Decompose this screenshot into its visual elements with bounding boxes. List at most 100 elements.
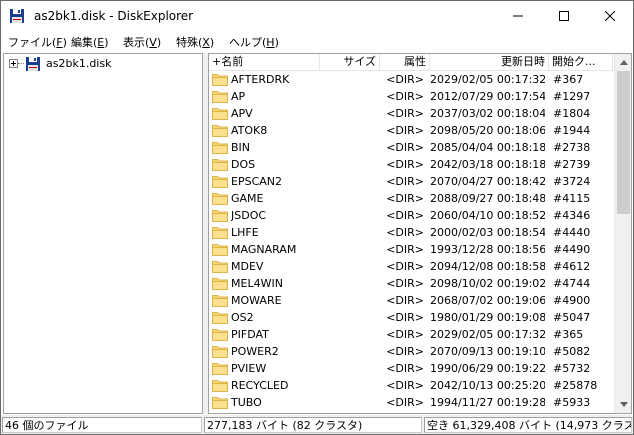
table-row[interactable]: DOS <DIR> 2042/03/18 00:18:18 #2739	[209, 156, 613, 173]
column-header-size[interactable]: サイズ	[320, 54, 380, 71]
cell-cluster: #4115	[553, 192, 591, 205]
table-row[interactable]: APV <DIR> 2037/03/02 00:18:04 #1804	[209, 105, 613, 122]
cell-date: 2029/02/05 00:17:32	[430, 73, 545, 86]
minimize-button[interactable]	[495, 1, 541, 31]
cell-size	[320, 88, 377, 105]
cell-date: 2088/09/27 00:18:48	[430, 192, 545, 205]
tree-expand-toggle[interactable]	[9, 59, 18, 68]
table-row[interactable]: PVIEW <DIR> 1990/06/29 00:19:22 #5732	[209, 360, 613, 377]
table-row[interactable]: GAME <DIR> 2088/09/27 00:18:48 #4115	[209, 190, 613, 207]
status-used-space: 277,183 バイト (82 クラスタ)	[204, 417, 422, 433]
cell-name: GAME	[231, 192, 264, 205]
cell-date: 1993/12/28 00:18:56	[430, 243, 545, 256]
table-row[interactable]: OS2 <DIR> 1980/01/29 00:19:08 #5047	[209, 309, 613, 326]
cell-size	[320, 156, 377, 173]
status-bar: 46 個のファイル 277,183 バイト (82 クラスタ) 空き 61,32…	[1, 415, 633, 434]
folder-icon	[212, 397, 228, 409]
cell-size	[320, 309, 377, 326]
folder-icon	[212, 329, 228, 341]
cell-attr: <DIR>	[386, 73, 424, 86]
file-list[interactable]: +名前 サイズ 属性 更新日時 開始ク... AFTERDRK <DIR> 2029…	[208, 53, 632, 414]
menu-special[interactable]: 特殊(X)	[176, 34, 214, 50]
scrollbar-thumb[interactable]	[617, 71, 630, 214]
cell-cluster: #4490	[553, 243, 591, 256]
cell-attr: <DIR>	[386, 158, 424, 171]
cell-cluster: #2739	[553, 158, 591, 171]
cell-size	[320, 139, 377, 156]
cell-name: APV	[231, 107, 253, 120]
column-header-name[interactable]: +名前	[209, 54, 320, 71]
column-header-date[interactable]: 更新日時	[430, 54, 549, 71]
cell-attr: <DIR>	[386, 277, 424, 290]
table-row[interactable]: ATOK8 <DIR> 2098/05/20 00:18:06 #1944	[209, 122, 613, 139]
cell-attr: <DIR>	[386, 175, 424, 188]
vertical-scrollbar[interactable]	[614, 54, 631, 413]
cell-name: DOS	[231, 158, 256, 171]
folder-icon	[212, 176, 228, 188]
table-row[interactable]: AP <DIR> 2012/07/29 00:17:54 #1297	[209, 88, 613, 105]
table-row[interactable]: EPSCAN2 <DIR> 2070/04/27 00:18:42 #3724	[209, 173, 613, 190]
cell-date: 2094/12/08 00:18:58	[430, 260, 545, 273]
minimize-icon	[513, 15, 523, 17]
cell-cluster: #365	[553, 328, 584, 341]
table-row[interactable]: POWER2 <DIR> 2070/09/13 00:19:10 #5082	[209, 343, 613, 360]
menu-edit[interactable]: 編集(E)	[71, 34, 109, 50]
folder-icon	[212, 159, 228, 171]
scroll-down-button[interactable]	[615, 396, 631, 413]
table-row[interactable]: TUBO <DIR> 1994/11/27 00:19:28 #5933	[209, 394, 613, 411]
table-row[interactable]: JSDOC <DIR> 2060/04/10 00:18:52 #4346	[209, 207, 613, 224]
tree-root-label[interactable]: as2bk1.disk	[46, 57, 111, 70]
cell-attr: <DIR>	[386, 260, 424, 273]
cell-date: 1980/01/29 00:19:08	[430, 311, 545, 324]
close-button[interactable]	[587, 1, 633, 31]
menu-help[interactable]: ヘルプ(H)	[229, 34, 279, 50]
table-row[interactable]: PIFDAT <DIR> 2029/02/05 00:17:32 #365	[209, 326, 613, 343]
cell-cluster: #1804	[553, 107, 591, 120]
cell-cluster: #5732	[553, 362, 591, 375]
scroll-up-button[interactable]	[615, 54, 631, 71]
cell-name: TUBO	[231, 396, 262, 409]
table-row[interactable]: MOWARE <DIR> 2068/07/02 00:19:06 #4900	[209, 292, 613, 309]
cell-cluster: #5082	[553, 345, 591, 358]
cell-cluster: #1944	[553, 124, 591, 137]
cell-cluster: #4900	[553, 294, 591, 307]
cell-cluster: #4346	[553, 209, 591, 222]
close-icon	[605, 11, 615, 21]
table-row[interactable]: BIN <DIR> 2085/04/04 00:18:18 #2738	[209, 139, 613, 156]
menu-file[interactable]: ファイル(F)	[8, 34, 67, 50]
cell-attr: <DIR>	[386, 362, 424, 375]
app-window: as2bk1.disk - DiskExplorer ファイル(F) 編集(E)…	[0, 0, 634, 435]
cell-attr: <DIR>	[386, 396, 424, 409]
tree-connector	[18, 63, 24, 64]
cell-attr: <DIR>	[386, 209, 424, 222]
column-header-cluster[interactable]: 開始ク...	[549, 54, 613, 71]
cell-cluster: #2738	[553, 141, 591, 154]
table-row[interactable]: MDEV <DIR> 2094/12/08 00:18:58 #4612	[209, 258, 613, 275]
title-bar[interactable]: as2bk1.disk - DiskExplorer	[1, 1, 633, 31]
cell-attr: <DIR>	[386, 107, 424, 120]
menu-view[interactable]: 表示(V)	[123, 34, 161, 50]
table-row[interactable]: LHFE <DIR> 2000/02/03 00:18:54 #4440	[209, 224, 613, 241]
maximize-button[interactable]	[541, 1, 587, 31]
column-header-row: +名前 サイズ 属性 更新日時 開始ク...	[209, 54, 613, 71]
column-header-attr[interactable]: 属性	[380, 54, 430, 71]
cell-date: 2098/05/20 00:18:06	[430, 124, 545, 137]
cell-attr: <DIR>	[386, 90, 424, 103]
cell-cluster: #4440	[553, 226, 591, 239]
cell-attr: <DIR>	[386, 328, 424, 341]
table-row[interactable]: MAGNARAM <DIR> 1993/12/28 00:18:56 #4490	[209, 241, 613, 258]
cell-date: 2000/02/03 00:18:54	[430, 226, 545, 239]
cell-attr: <DIR>	[386, 243, 424, 256]
table-row[interactable]: AFTERDRK <DIR> 2029/02/05 00:17:32 #367	[209, 71, 613, 88]
cell-name: MOWARE	[231, 294, 282, 307]
folder-icon	[212, 380, 228, 392]
table-row[interactable]: RECYCLED <DIR> 2042/10/13 00:25:20 #25878	[209, 377, 613, 394]
folder-icon	[212, 278, 228, 290]
folder-icon	[212, 227, 228, 239]
folder-tree[interactable]: as2bk1.disk	[3, 53, 203, 414]
table-row[interactable]: MEL4WIN <DIR> 2098/10/02 00:19:02 #4744	[209, 275, 613, 292]
cell-date: 2070/04/27 00:18:42	[430, 175, 545, 188]
cell-date: 1994/11/27 00:19:28	[430, 396, 545, 409]
cell-date: 2060/04/10 00:18:52	[430, 209, 545, 222]
floppy-disk-icon	[26, 57, 40, 71]
